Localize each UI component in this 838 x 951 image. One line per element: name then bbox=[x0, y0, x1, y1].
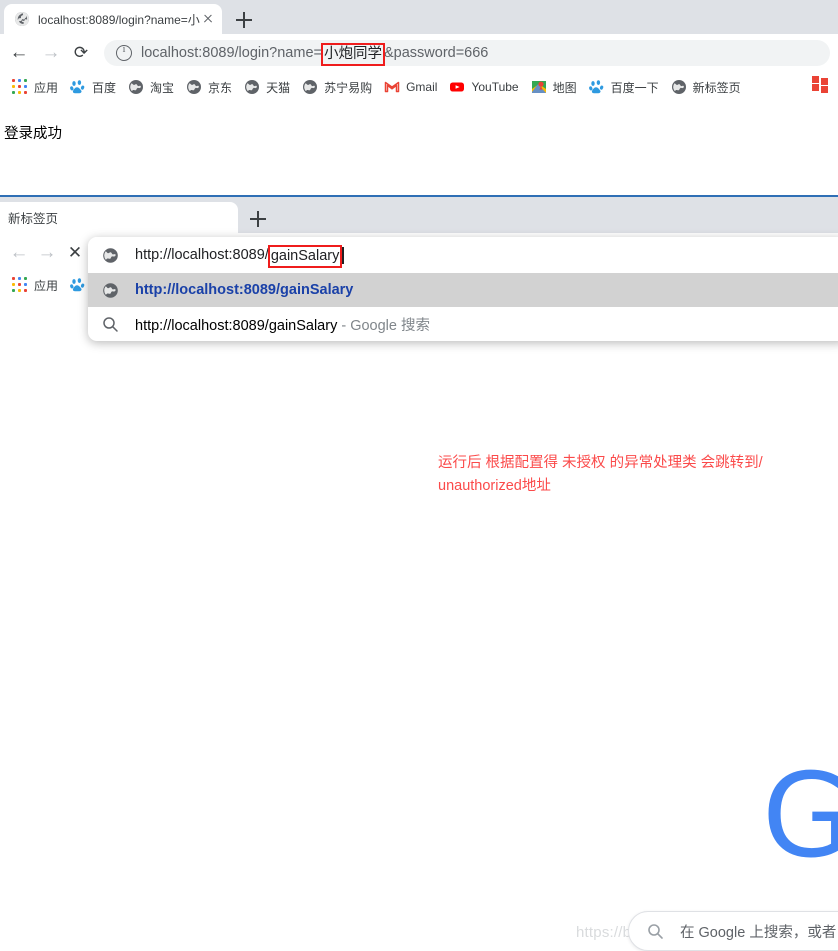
baidu-icon bbox=[70, 277, 86, 293]
suggestion-query: http://localhost:8089/gainSalary bbox=[135, 317, 338, 334]
browser-tab-newtab[interactable]: 新标签页 bbox=[0, 202, 238, 233]
bookmark-label: 应用 bbox=[34, 80, 59, 95]
bookmark-apps[interactable]: 应用 bbox=[0, 77, 62, 98]
search-placeholder: 在 Google 上搜索，或者 bbox=[680, 924, 837, 941]
url-prefix: localhost:8089/login?name= bbox=[141, 44, 322, 61]
url-highlight-box: 小炮同学 bbox=[320, 42, 385, 66]
address-bar-bottom[interactable]: http://localhost:8089/gainSalary bbox=[88, 237, 838, 273]
annotation-line-2: unauthorized地址 bbox=[438, 478, 551, 494]
apps-grid-icon bbox=[12, 277, 28, 293]
browser-screenshot-composite: localhost:8089/login?name=小 ← → ⟳ localh… bbox=[0, 0, 838, 951]
tab-strip-top: localhost:8089/login?name=小 bbox=[0, 0, 838, 34]
bookmark-newtabpage[interactable]: 新标签页 bbox=[667, 77, 745, 98]
globe-icon bbox=[671, 79, 687, 95]
bookmark-apps[interactable]: 应用 bbox=[0, 275, 62, 296]
text-cursor bbox=[342, 246, 344, 264]
reload-button[interactable]: ⟳ bbox=[70, 42, 92, 64]
bookmark-overflow-icon[interactable] bbox=[812, 76, 832, 96]
bookmark-baiduyixia[interactable]: 百度一下 bbox=[585, 77, 663, 98]
bookmark-tmall[interactable]: 天猫 bbox=[240, 77, 294, 98]
bookmark-suning[interactable]: 苏宁易购 bbox=[298, 77, 376, 98]
google-search-box[interactable]: 在 Google 上搜索，或者 bbox=[628, 911, 838, 951]
tab-title: 新标签页 bbox=[8, 212, 59, 226]
bookmark-label: YouTube bbox=[471, 80, 519, 94]
bookmark-label: 京东 bbox=[208, 80, 233, 95]
new-tab-button[interactable] bbox=[246, 207, 270, 231]
bookmark-label: 新标签页 bbox=[692, 80, 741, 95]
address-bar-top[interactable]: localhost:8089/login?name=小炮同学&password=… bbox=[104, 40, 830, 66]
browser-window-bottom: 新标签页 ← → ✕ 应用 G 在 Google 上搜索，或者 运行后 根据配置… bbox=[0, 197, 838, 951]
url-suffix: &password=666 bbox=[383, 44, 489, 61]
bookmark-baidu[interactable]: 百度 bbox=[66, 77, 120, 98]
back-button[interactable]: ← bbox=[8, 42, 30, 64]
tab-title: localhost:8089/login?name=小 bbox=[38, 12, 200, 27]
bookmark-label: 天猫 bbox=[266, 80, 291, 95]
info-icon[interactable] bbox=[116, 44, 132, 61]
search-icon bbox=[102, 316, 119, 333]
bookmark-gmail[interactable]: Gmail bbox=[380, 77, 441, 97]
tab-strip-bottom: 新标签页 bbox=[0, 197, 838, 233]
suggestion-text: http://localhost:8089/gainSalary bbox=[135, 282, 354, 298]
bookmark-label: 地图 bbox=[552, 80, 577, 95]
suggestion-hint: - Google 搜索 bbox=[337, 317, 430, 334]
suggestion-item-search[interactable]: http://localhost:8089/gainSalary - Googl… bbox=[88, 307, 838, 341]
browser-tab-login[interactable]: localhost:8089/login?name=小 bbox=[4, 4, 222, 34]
globe-icon bbox=[244, 79, 260, 95]
page-content-top: 登录成功 bbox=[0, 102, 838, 196]
bookmark-label: Gmail bbox=[406, 80, 438, 94]
baidu-icon bbox=[588, 79, 605, 95]
forward-button[interactable]: → bbox=[36, 242, 58, 264]
url-prefix: http://localhost:8089/ bbox=[135, 247, 269, 263]
bookmark-jd[interactable]: 京东 bbox=[182, 77, 236, 98]
url-highlight-box: gainSalary bbox=[267, 244, 343, 268]
globe-icon bbox=[102, 247, 119, 264]
globe-icon bbox=[302, 79, 318, 95]
gmail-icon bbox=[384, 79, 400, 95]
suggestion-text: http://localhost:8089/gainSalary - Googl… bbox=[135, 314, 430, 335]
back-button[interactable]: ← bbox=[8, 242, 30, 264]
address-bar-url: http://localhost:8089/gainSalary bbox=[135, 244, 344, 268]
bookmark-label: 百度 bbox=[92, 80, 117, 95]
maps-icon bbox=[531, 79, 547, 95]
bookmark-taobao[interactable]: 淘宝 bbox=[124, 77, 178, 98]
forward-button[interactable]: → bbox=[40, 42, 62, 64]
toolbar-top: ← → ⟳ localhost:8089/login?name=小炮同学&pas… bbox=[0, 34, 838, 72]
globe-icon bbox=[102, 282, 119, 299]
globe-icon bbox=[128, 79, 144, 95]
globe-icon bbox=[186, 79, 202, 95]
annotation-note: 运行后 根据配置得 未授权 的异常处理类 会跳转到/ unauthorized地… bbox=[438, 452, 838, 498]
baidu-icon bbox=[70, 79, 86, 95]
bookmark-label: 苏宁易购 bbox=[324, 80, 373, 95]
bookmark-label: 淘宝 bbox=[150, 80, 175, 95]
address-bar-dropdown: http://localhost:8089/gainSalary http://… bbox=[88, 237, 838, 341]
new-tab-button[interactable] bbox=[232, 8, 256, 32]
close-icon[interactable] bbox=[200, 11, 216, 27]
bookmark-label: 百度一下 bbox=[610, 80, 659, 95]
youtube-icon bbox=[449, 79, 465, 95]
apps-grid-icon bbox=[12, 79, 28, 95]
globe-icon bbox=[14, 11, 30, 27]
suggestion-item-url[interactable]: http://localhost:8089/gainSalary bbox=[88, 273, 838, 307]
bookmark-label: 应用 bbox=[34, 278, 59, 293]
address-bar-url: localhost:8089/login?name= 小炮同学 &password=… bbox=[141, 42, 489, 66]
page-message: 登录成功 bbox=[4, 126, 62, 142]
bookmarks-bar-top: 应用 百度 淘宝 京东 天猫 苏宁易购 Gmail YouTube 地图 百度一… bbox=[0, 72, 838, 102]
search-icon bbox=[647, 923, 664, 940]
annotation-line-1: 运行后 根据配置得 未授权 的异常处理类 会跳转到/ bbox=[438, 455, 763, 471]
bookmark-maps[interactable]: 地图 bbox=[527, 77, 581, 98]
bookmark-youtube[interactable]: YouTube bbox=[445, 77, 522, 97]
stop-button[interactable]: ✕ bbox=[64, 242, 86, 264]
google-logo: G bbox=[762, 749, 838, 884]
browser-window-top: localhost:8089/login?name=小 ← → ⟳ localh… bbox=[0, 0, 838, 196]
